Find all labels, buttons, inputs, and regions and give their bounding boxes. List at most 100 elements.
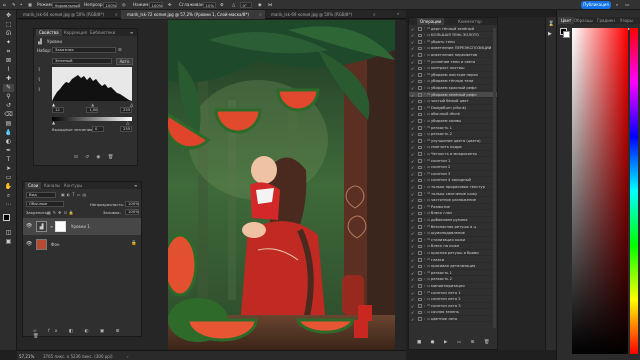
action-item[interactable]: ✓ › ▭ убираем тёплые тени [409, 79, 497, 85]
action-item[interactable]: ✓ › ▭ резкость 2 [409, 132, 497, 138]
dialog-toggle-box[interactable] [418, 66, 422, 71]
expand-arrow-icon[interactable]: › [424, 198, 425, 202]
layer-filter-select[interactable]: Вид [26, 192, 56, 198]
action-item[interactable]: ✓ › ▭ скинтон 4 холодный [409, 178, 497, 184]
dialog-toggle-box[interactable] [418, 86, 422, 90]
auto-button[interactable]: Авто [116, 57, 133, 65]
dialog-toggle-box[interactable] [418, 73, 422, 77]
frame-tool-icon[interactable]: ⊠ [3, 57, 14, 65]
expand-arrow-icon[interactable]: › [424, 178, 425, 182]
dialog-toggle-box[interactable] [418, 205, 422, 209]
expand-arrow-icon[interactable]: › [424, 251, 425, 255]
color-picker-field[interactable] [572, 28, 628, 354]
check-icon[interactable]: ✓ [411, 86, 414, 91]
check-icon[interactable]: ✓ [411, 73, 414, 78]
close-icon[interactable]: × [373, 10, 376, 19]
panel-menu-icon[interactable]: ≡ [134, 183, 137, 188]
action-item[interactable]: ✓ › ▭ блеск глаз [409, 211, 497, 217]
expand-arrow-icon[interactable]: › [424, 119, 425, 123]
preset-options-icon[interactable]: ☰ [118, 47, 122, 52]
action-item[interactable]: ✓ › ▭ убираем жесткие перех [409, 72, 497, 79]
history-icon[interactable]: ⌛ [548, 21, 554, 27]
tab-swatches[interactable]: Образцы [571, 17, 596, 24]
check-icon[interactable]: ✓ [411, 284, 414, 289]
opacity-input[interactable]: 100% [103, 1, 117, 8]
action-item[interactable]: ✓ › ▭ скинтон 3 [409, 171, 497, 178]
dialog-toggle-box[interactable] [418, 145, 422, 150]
black-point-eyedropper-icon[interactable]: ⌇ [38, 67, 40, 73]
action-item[interactable]: ✓ › ▭ частотное разложение [409, 198, 497, 204]
dialog-toggle-box[interactable] [418, 211, 422, 216]
dialog-toggle-box[interactable] [418, 27, 422, 31]
check-icon[interactable]: ✓ [411, 132, 414, 137]
check-icon[interactable]: ✓ [411, 79, 414, 84]
brush-tool-icon[interactable]: ✎ [3, 84, 14, 92]
action-item[interactable]: ✓ › ▭ скинтон лето 1 [409, 290, 497, 297]
action-item[interactable]: ✓ › ▭ скинтон лето 2 [409, 297, 497, 303]
check-icon[interactable]: ✓ [411, 172, 414, 177]
check-icon[interactable]: ✓ [411, 211, 414, 216]
hue-slider[interactable] [630, 28, 638, 354]
expand-arrow-icon[interactable]: › [424, 290, 425, 294]
expand-arrow-icon[interactable]: › [424, 244, 425, 248]
properties-footer-icons[interactable]: ⊡ ↺ ◉ 🗑 [74, 155, 116, 160]
action-item[interactable]: ✓ › ▭ дерн тёплый зелёный [409, 26, 497, 33]
expand-arrow-icon[interactable]: › [424, 238, 425, 242]
dialog-toggle-box[interactable] [418, 33, 422, 38]
check-icon[interactable]: ✓ [411, 310, 414, 315]
zoom-level[interactable]: 57,21% [19, 354, 34, 359]
action-item[interactable]: ✓ › ▭ обычный dfunk [409, 112, 497, 118]
marquee-tool-icon[interactable]: ⬚ [3, 21, 14, 29]
dialog-toggle-box[interactable] [418, 53, 422, 57]
action-item[interactable]: ✓ › ▭ Четкость и микроконтр [409, 151, 497, 158]
expand-arrow-icon[interactable]: › [424, 297, 425, 301]
action-item[interactable]: ✓ › ▭ убираем красный рефл [409, 85, 497, 92]
expand-arrow-icon[interactable]: › [424, 66, 425, 70]
check-icon[interactable]: ✓ [411, 165, 414, 170]
expand-arrow-icon[interactable]: › [424, 139, 425, 143]
eraser-tool-icon[interactable]: ⌫ [3, 111, 14, 119]
angle-input[interactable]: 0° [240, 1, 252, 8]
layers-footer-icons[interactable]: ∞ fx ◧ ◐ ▣ ⊞ 🗑 [33, 329, 141, 339]
expand-arrow-icon[interactable]: › [424, 46, 425, 50]
quick-mask-icon[interactable]: ◫ [3, 229, 14, 237]
action-item[interactable]: ✓ › ▭ убираем холмы [409, 118, 497, 125]
pressure-input[interactable]: 100% [149, 1, 163, 8]
tab-properties[interactable]: Свойства [36, 29, 62, 36]
action-item[interactable]: ✓ › ▭ только смягчение кожу [409, 191, 497, 198]
check-icon[interactable]: ✓ [411, 291, 414, 296]
check-icon[interactable]: ✓ [411, 244, 414, 249]
visibility-eye-icon[interactable]: 👁 [26, 223, 32, 229]
action-item[interactable]: ✓ › ▭ сочная зелень [409, 310, 497, 316]
output-white-field[interactable]: 255 [120, 126, 132, 132]
tab-doc-64[interactable]: marik_lsk-64 копия.jpg @ 50% (RGB/8*) × [17, 10, 121, 19]
dialog-toggle-box[interactable] [418, 40, 422, 44]
dialog-toggle-box[interactable] [418, 152, 422, 156]
expand-arrow-icon[interactable]: › [424, 158, 425, 162]
check-icon[interactable]: ✓ [411, 53, 414, 58]
dialog-toggle-box[interactable] [418, 291, 422, 295]
tab-comments[interactable]: Комментар [455, 18, 485, 25]
check-icon[interactable]: ✓ [411, 225, 414, 230]
dodge-tool-icon[interactable]: ◐ [3, 138, 14, 146]
action-item[interactable]: ✓ › ▭ миниатюризация [409, 283, 497, 290]
action-item[interactable]: ✓ › ▭ красивая детализация [409, 264, 497, 270]
brush-size-value[interactable]: • [20, 2, 22, 7]
visibility-eye-icon[interactable]: 👁 [26, 241, 32, 247]
check-icon[interactable]: ✓ [411, 126, 414, 131]
input-white-field[interactable]: 255 [120, 107, 132, 113]
check-icon[interactable]: ✓ [411, 159, 414, 164]
tab-layers[interactable]: Слои [25, 182, 42, 189]
action-item[interactable]: ✓ › ▭ БОЛЬШАЯ ТЕНЬ ЗОЛОТО [409, 33, 497, 39]
crop-tool-icon[interactable]: ⌗ [3, 48, 14, 56]
expand-arrow-icon[interactable]: › [424, 310, 425, 314]
expand-arrow-icon[interactable]: › [424, 112, 425, 116]
expand-arrow-icon[interactable]: › [424, 205, 425, 209]
dialog-toggle-box[interactable] [418, 225, 422, 229]
check-icon[interactable]: ✓ [411, 33, 414, 38]
actions-list[interactable]: ✓ › ▭ дерн тёплый зелёный ✓ › ▭ БОЛЬШАЯ ТЕНЬ ЗО… [409, 26, 497, 328]
dialog-toggle-box[interactable] [418, 231, 422, 236]
expand-arrow-icon[interactable]: › [424, 257, 425, 261]
tab-channels[interactable]: Каналы [41, 182, 63, 189]
background-color-swatch[interactable] [563, 31, 570, 38]
